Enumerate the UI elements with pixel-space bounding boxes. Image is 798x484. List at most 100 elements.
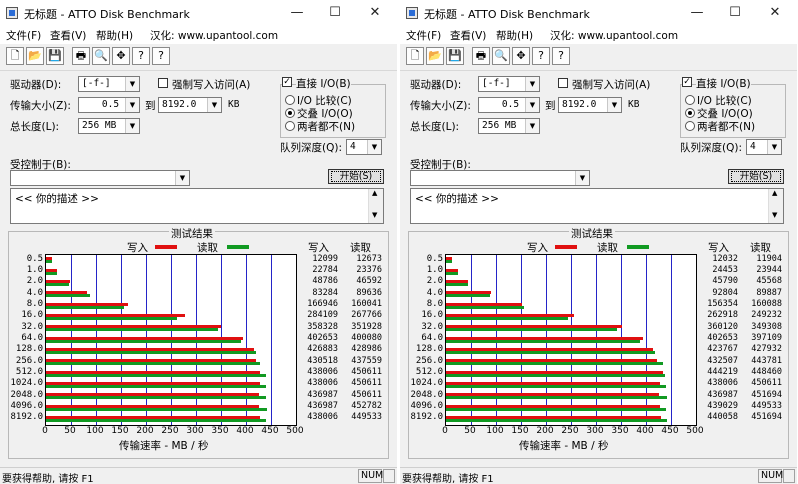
neither-radio[interactable] [685, 121, 695, 131]
menu-item-2[interactable]: 帮助(H) [496, 28, 533, 43]
total-length-select[interactable]: 256 MB ▼ [78, 118, 140, 134]
context-help-icon[interactable]: ? [552, 47, 570, 65]
description-scrollbar[interactable]: ▲ ▼ [368, 189, 383, 223]
transfer-to-select[interactable]: 8192.0 ▼ [558, 97, 622, 113]
open-folder-icon[interactable]: 📂 [426, 47, 444, 65]
maximize-button[interactable]: ☐ [720, 2, 750, 24]
drive-select-value: [-f-] [482, 78, 511, 89]
menu-item-0[interactable]: 文件(F) [6, 28, 41, 43]
chevron-down-icon[interactable]: ▼ [175, 171, 189, 185]
menu-item-1[interactable]: 查看(V) [450, 28, 486, 43]
chevron-down-icon[interactable]: ▼ [125, 98, 139, 112]
neither-radio[interactable] [285, 121, 295, 131]
save-icon[interactable]: 💾 [446, 47, 464, 65]
description-box[interactable]: << 你的描述 >> ▲ ▼ [410, 188, 784, 224]
new-file-icon[interactable]: 🗋 [6, 47, 24, 65]
y-tick-label: 128.0 [15, 344, 43, 355]
read-bar [446, 271, 458, 275]
minimize-button[interactable]: — [282, 2, 312, 24]
grid-line [271, 255, 272, 425]
description-scrollbar[interactable]: ▲ ▼ [768, 189, 783, 223]
scroll-down-icon[interactable]: ▼ [372, 211, 377, 219]
x-axis-label: 传输速率 - MB / 秒 [519, 440, 609, 452]
move-icon[interactable]: ✥ [512, 47, 530, 65]
drive-select[interactable]: [-f-] ▼ [78, 76, 140, 92]
transfer-size-label: 传输大小(Z): [410, 100, 471, 112]
help-icon[interactable]: ? [132, 47, 150, 65]
read-value: 397109 [751, 333, 782, 343]
total-length-select[interactable]: 256 MB ▼ [478, 118, 540, 134]
transfer-from-select[interactable]: 0.5 ▼ [478, 97, 540, 113]
open-folder-icon[interactable]: 📂 [26, 47, 44, 65]
force-write-checkbox[interactable] [558, 78, 568, 88]
help-icon[interactable]: ? [532, 47, 550, 65]
menu-item-3[interactable]: 汉化: www.upantool.com [550, 28, 678, 43]
print-icon[interactable]: 🖶 [72, 47, 90, 65]
close-button[interactable]: ✕ [360, 2, 390, 24]
write-value: 48786 [312, 276, 338, 287]
read-bar [446, 328, 617, 332]
chevron-down-icon[interactable]: ▼ [525, 98, 539, 112]
benchmark-window-left: 无标题 - ATTO Disk Benchmark — ☐ ✕ 文件(F) 查看(V) 帮助… [0, 0, 399, 484]
print-icon[interactable]: 🖶 [472, 47, 490, 65]
write-value: 83284 [312, 287, 338, 298]
chevron-down-icon[interactable]: ▼ [767, 140, 781, 154]
start-button[interactable]: 开始(S) [728, 169, 784, 184]
read-value: 450611 [351, 367, 382, 377]
chevron-down-icon[interactable]: ▼ [125, 119, 139, 133]
save-icon[interactable]: 💾 [46, 47, 64, 65]
force-write-checkbox[interactable] [158, 78, 168, 88]
chevron-down-icon[interactable]: ▼ [607, 98, 621, 112]
new-file-icon[interactable]: 🗋 [406, 47, 424, 65]
read-bar [446, 339, 640, 343]
menu-item-0[interactable]: 文件(F) [406, 28, 441, 43]
context-help-icon[interactable]: ? [152, 47, 170, 65]
queue-depth-select[interactable]: 4 ▼ [346, 139, 382, 155]
write-value: 432507 [707, 355, 738, 366]
print-preview-icon[interactable]: 🔍 [492, 47, 510, 65]
start-button[interactable]: 开始(S) [328, 169, 384, 184]
direct-io-checkbox[interactable]: ✓ [682, 77, 692, 87]
write-value: 436987 [307, 401, 338, 411]
chevron-down-icon[interactable]: ▼ [125, 77, 139, 91]
y-tick-label: 8192.0 [410, 412, 443, 423]
maximize-button[interactable]: ☐ [320, 2, 350, 24]
move-icon[interactable]: ✥ [112, 47, 130, 65]
overlap-io-radio[interactable] [685, 108, 695, 118]
chevron-down-icon[interactable]: ▼ [575, 171, 589, 185]
toolbar: 🗋 📂 💾 🖶 🔍 ✥?? [400, 44, 797, 71]
chevron-down-icon[interactable]: ▼ [525, 119, 539, 133]
read-value: 449533 [351, 412, 382, 423]
read-bar [46, 271, 58, 275]
queue-depth-select[interactable]: 4 ▼ [746, 139, 782, 155]
io-compare-radio[interactable] [285, 95, 295, 105]
grid-line [671, 255, 672, 425]
legend-write-swatch [155, 245, 177, 249]
chevron-down-icon[interactable]: ▼ [367, 140, 381, 154]
scroll-down-icon[interactable]: ▼ [772, 211, 777, 219]
description-box[interactable]: << 你的描述 >> ▲ ▼ [10, 188, 384, 224]
transfer-to-value: 8192.0 [162, 99, 197, 110]
read-value: 450611 [351, 378, 382, 389]
close-button[interactable]: ✕ [760, 2, 790, 24]
transfer-from-select[interactable]: 0.5 ▼ [78, 97, 140, 113]
chevron-down-icon[interactable]: ▼ [525, 77, 539, 91]
menu-item-1[interactable]: 查看(V) [50, 28, 86, 43]
controlled-by-select[interactable]: ▼ [410, 170, 590, 186]
overlap-io-radio[interactable] [285, 108, 295, 118]
scroll-up-icon[interactable]: ▲ [772, 189, 777, 197]
io-compare-radio[interactable] [685, 95, 695, 105]
drive-select[interactable]: [-f-] ▼ [478, 76, 540, 92]
transfer-to-select[interactable]: 8192.0 ▼ [158, 97, 222, 113]
chevron-down-icon[interactable]: ▼ [207, 98, 221, 112]
direct-io-checkbox[interactable]: ✓ [282, 77, 292, 87]
menu-item-3[interactable]: 汉化: www.upantool.com [150, 28, 278, 43]
write-value: 423767 [707, 344, 738, 355]
minimize-button[interactable]: — [682, 2, 712, 24]
queue-depth-value: 4 [350, 141, 356, 152]
scroll-up-icon[interactable]: ▲ [372, 189, 377, 197]
description-text: << 你的描述 >> [15, 193, 99, 205]
print-preview-icon[interactable]: 🔍 [92, 47, 110, 65]
menu-item-2[interactable]: 帮助(H) [96, 28, 133, 43]
controlled-by-select[interactable]: ▼ [10, 170, 190, 186]
